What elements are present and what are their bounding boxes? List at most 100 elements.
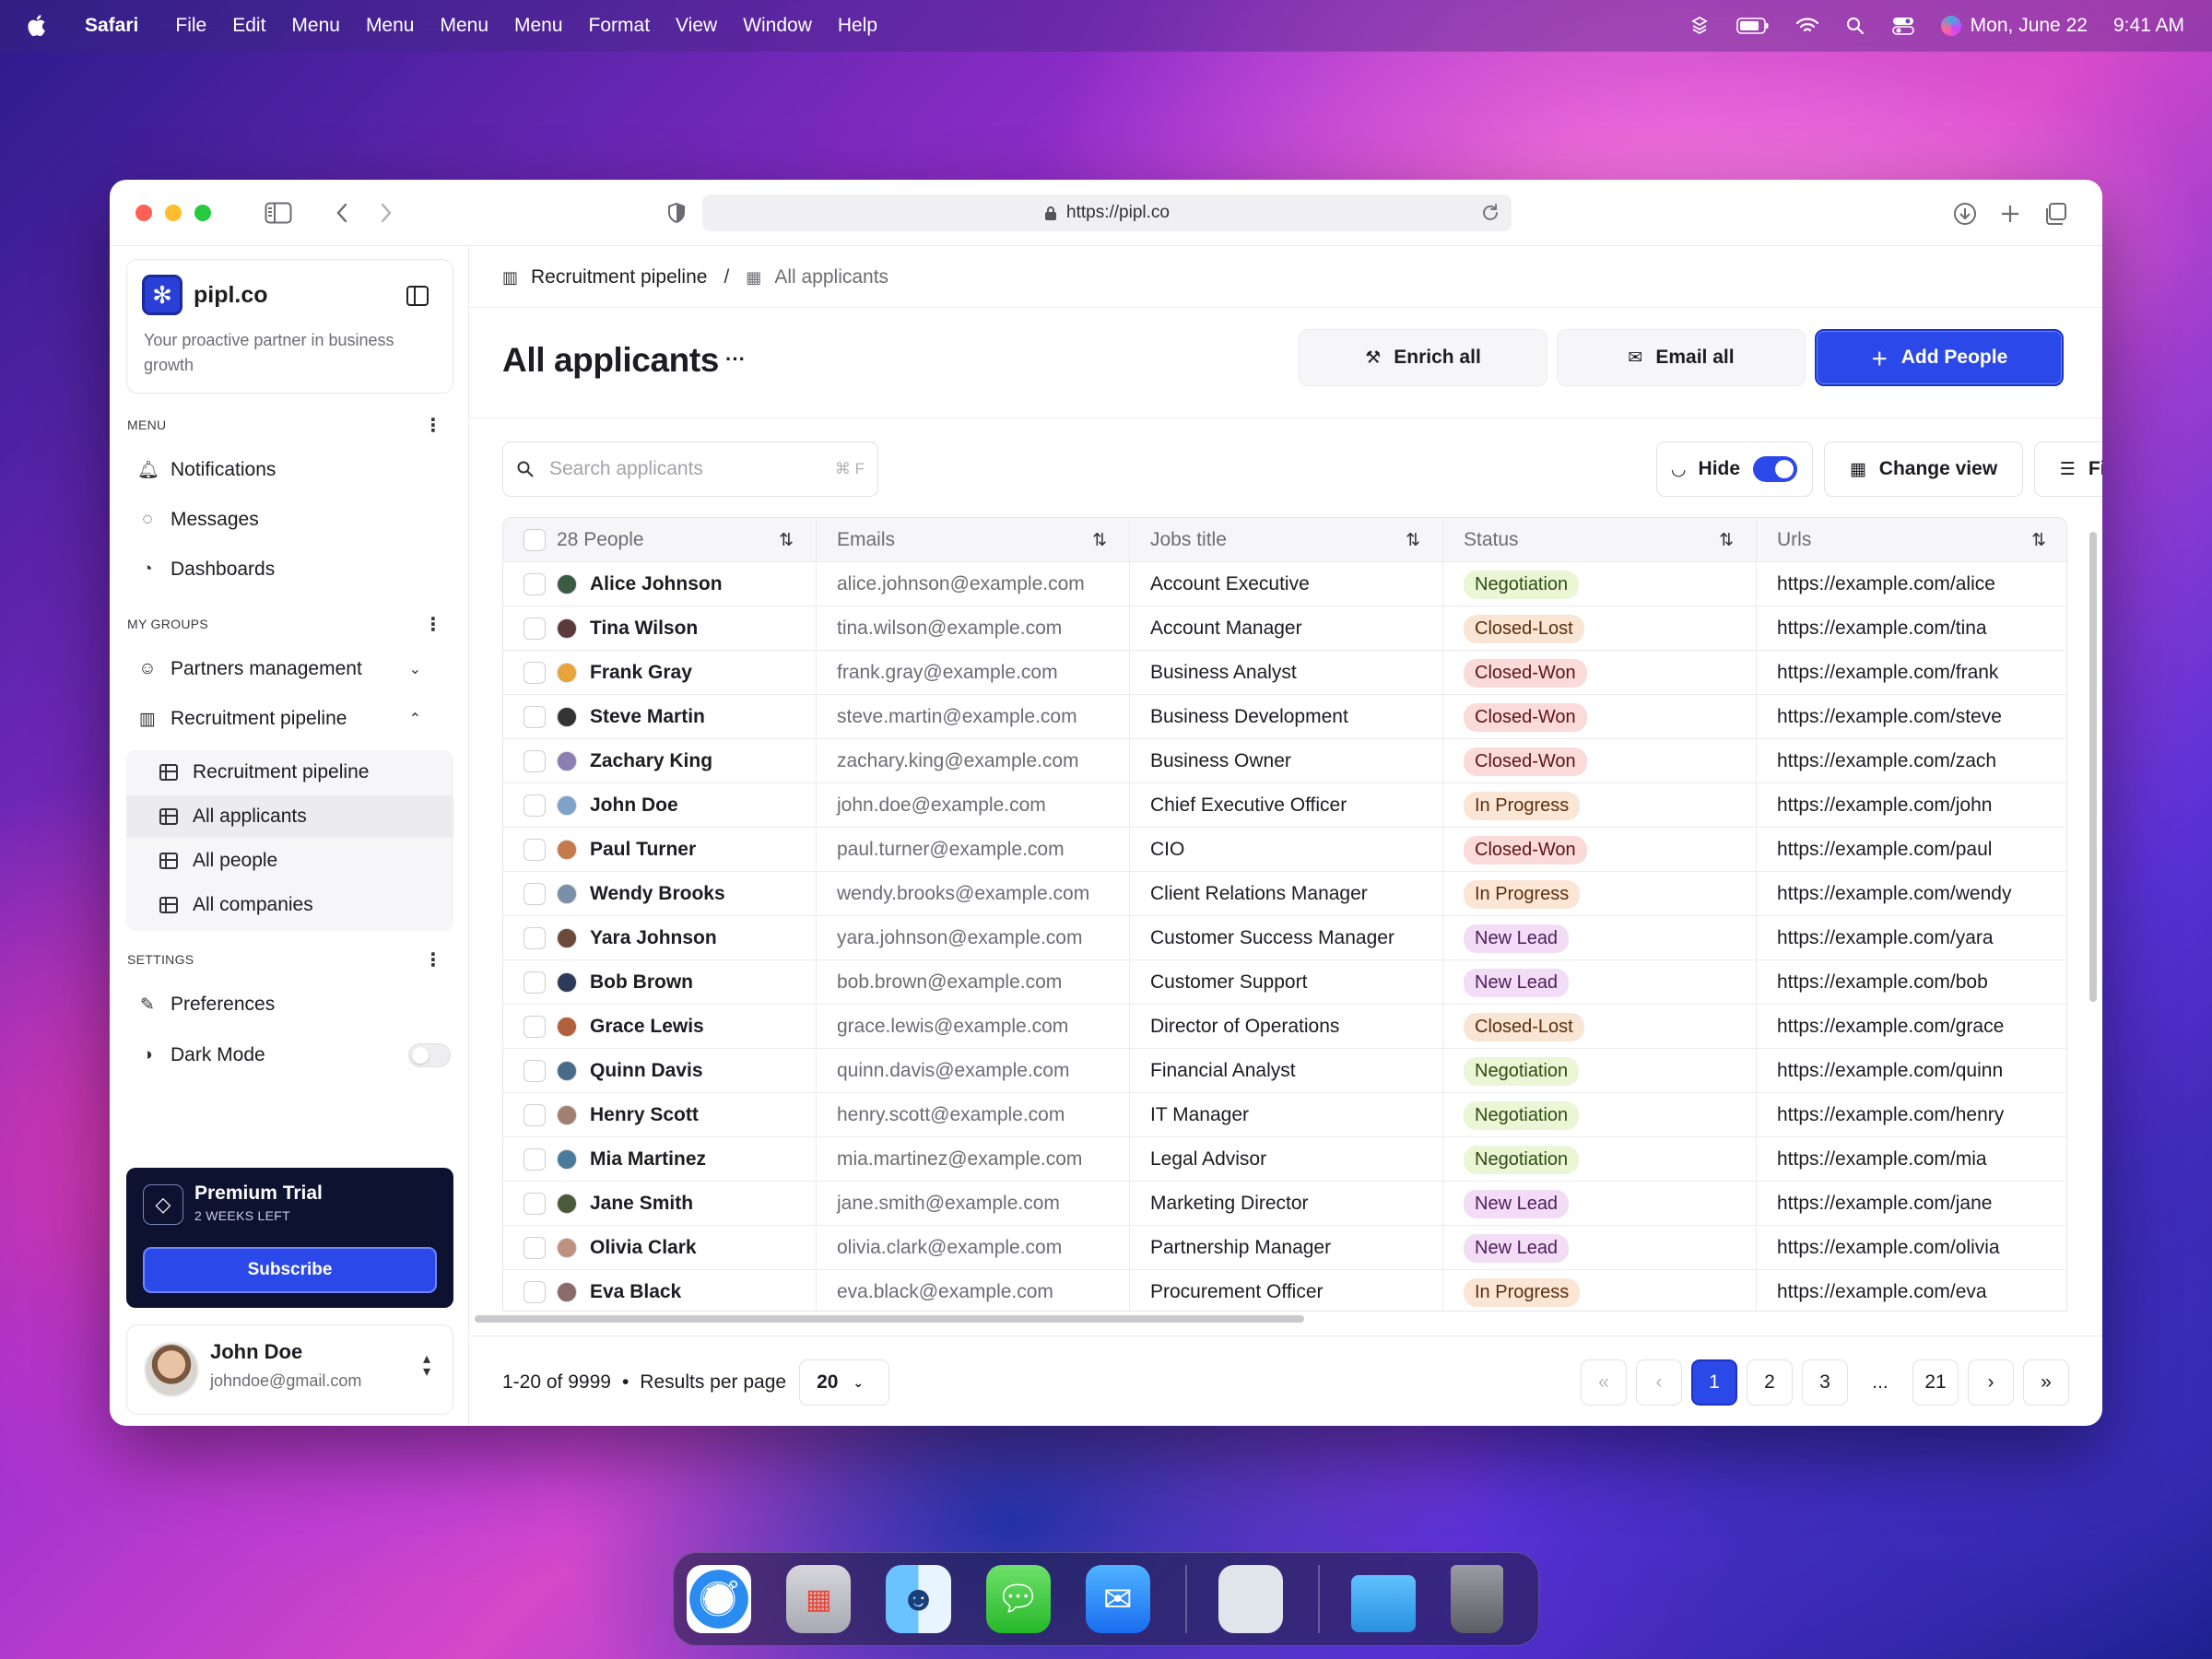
- dark-mode-toggle[interactable]: [408, 1043, 451, 1067]
- person-name[interactable]: Olivia Clark: [590, 1237, 697, 1259]
- folder-dock-icon[interactable]: [1350, 1575, 1417, 1632]
- nav-preferences[interactable]: ✎ Preferences: [137, 986, 275, 1023]
- person-email[interactable]: paul.turner@example.com: [837, 839, 1065, 861]
- person-name[interactable]: John Doe: [590, 794, 678, 817]
- person-url[interactable]: https://example.com/mia: [1777, 1148, 1987, 1171]
- menu-format[interactable]: Format: [589, 15, 651, 37]
- results-per-page-select[interactable]: 20 ⌄: [799, 1359, 890, 1406]
- row-checkbox[interactable]: [524, 1104, 546, 1126]
- menu-item[interactable]: Menu: [440, 15, 488, 37]
- person-url[interactable]: https://example.com/tina: [1777, 618, 1987, 640]
- person-url[interactable]: https://example.com/steve: [1777, 706, 2002, 728]
- person-name[interactable]: Frank Gray: [590, 662, 692, 684]
- person-name[interactable]: Mia Martinez: [590, 1148, 706, 1171]
- first-page-button[interactable]: «: [1581, 1359, 1627, 1406]
- person-name[interactable]: Quinn Davis: [590, 1060, 703, 1082]
- column-header-jobs[interactable]: Jobs title ⇅: [1130, 518, 1443, 562]
- column-header-status[interactable]: Status ⇅: [1443, 518, 1757, 562]
- table-row[interactable]: Mia Martinez mia.martinez@example.com Lega…: [503, 1137, 2066, 1182]
- subnav-all-people[interactable]: All people: [126, 840, 453, 882]
- status-badge[interactable]: In Progress: [1464, 791, 1581, 820]
- table-row[interactable]: Alice Johnson alice.johnson@example.com Ac…: [503, 562, 2066, 606]
- status-badge[interactable]: New Lead: [1464, 1189, 1570, 1218]
- person-name[interactable]: Yara Johnson: [590, 927, 717, 949]
- person-email[interactable]: bob.brown@example.com: [837, 971, 1062, 994]
- table-row[interactable]: Frank Gray frank.gray@example.com Business…: [503, 651, 2066, 695]
- person-email[interactable]: steve.martin@example.com: [837, 706, 1077, 728]
- person-url[interactable]: https://example.com/bob: [1777, 971, 1988, 994]
- control-icon[interactable]: [1688, 15, 1711, 37]
- column-header-emails[interactable]: Emails ⇅: [817, 518, 1130, 562]
- launchpad-dock-icon[interactable]: ▦: [786, 1565, 852, 1633]
- chevron-down-icon[interactable]: ⌄: [409, 660, 421, 678]
- status-badge[interactable]: Negotiation: [1464, 1145, 1580, 1174]
- page-button[interactable]: 2: [1747, 1359, 1793, 1406]
- search-icon[interactable]: [1845, 16, 1865, 36]
- group-recruitment-pipeline[interactable]: ▥ Recruitment pipeline ⌃: [137, 700, 441, 737]
- row-checkbox[interactable]: [524, 706, 546, 728]
- nav-notifications[interactable]: 🔔︎ Notifications: [137, 452, 276, 488]
- person-name[interactable]: Wendy Brooks: [590, 883, 725, 905]
- row-checkbox[interactable]: [524, 1016, 546, 1038]
- person-email[interactable]: tina.wilson@example.com: [837, 618, 1062, 640]
- status-badge[interactable]: Closed-Won: [1464, 835, 1587, 865]
- person-url[interactable]: https://example.com/olivia: [1777, 1237, 2000, 1259]
- change-view-button[interactable]: ▦ Change view: [1824, 441, 2023, 497]
- table-row[interactable]: Eva Black eva.black@example.com Procuremen…: [503, 1270, 2066, 1311]
- page-button[interactable]: 21: [1912, 1359, 1959, 1406]
- person-url[interactable]: https://example.com/jane: [1777, 1193, 1992, 1215]
- prev-page-button[interactable]: ‹: [1636, 1359, 1682, 1406]
- status-badge[interactable]: Negotiation: [1464, 570, 1580, 599]
- forward-icon[interactable]: [379, 202, 394, 224]
- new-tab-icon[interactable]: [1999, 203, 2021, 225]
- person-email[interactable]: jane.smith@example.com: [837, 1193, 1060, 1215]
- row-checkbox[interactable]: [524, 662, 546, 684]
- table-row[interactable]: Steve Martin steve.martin@example.com Busi…: [503, 695, 2066, 739]
- status-badge[interactable]: Closed-Won: [1464, 747, 1587, 776]
- table-row[interactable]: Paul Turner paul.turner@example.com CIO Clo…: [503, 828, 2066, 872]
- person-url[interactable]: https://example.com/eva: [1777, 1281, 1987, 1303]
- menu-more-icon[interactable]: ⋮: [424, 417, 442, 435]
- user-card[interactable]: John Doe johndoe@gmail.com ▴ ▾: [126, 1324, 453, 1415]
- enrich-all-button[interactable]: ⚒ Enrich all: [1299, 329, 1547, 386]
- row-checkbox[interactable]: [524, 839, 546, 861]
- sort-icon[interactable]: ⇅: [2031, 530, 2046, 551]
- row-checkbox[interactable]: [524, 1060, 546, 1082]
- person-email[interactable]: henry.scott@example.com: [837, 1104, 1065, 1126]
- sort-icon[interactable]: ⇅: [779, 530, 794, 551]
- filter-button[interactable]: ☰ Filter: [2034, 441, 2102, 497]
- mail-dock-icon[interactable]: ✉: [1085, 1565, 1150, 1633]
- chevron-up-icon[interactable]: ⌃: [409, 710, 421, 728]
- row-checkbox[interactable]: [524, 794, 546, 817]
- row-checkbox[interactable]: [524, 618, 546, 640]
- breadcrumb-item[interactable]: Recruitment pipeline: [531, 266, 707, 288]
- status-badge[interactable]: New Lead: [1464, 968, 1570, 997]
- person-email[interactable]: zachary.king@example.com: [837, 750, 1079, 772]
- table-row[interactable]: Quinn Davis quinn.davis@example.com Financ…: [503, 1049, 2066, 1093]
- search-input[interactable]: Search applicants ⌘ F: [502, 441, 878, 497]
- select-all-checkbox[interactable]: [524, 529, 546, 551]
- status-badge[interactable]: In Progress: [1464, 879, 1581, 909]
- sort-icon[interactable]: ⇅: [1406, 530, 1420, 551]
- subnav-all-applicants[interactable]: All applicants: [126, 795, 453, 838]
- person-email[interactable]: grace.lewis@example.com: [837, 1016, 1068, 1038]
- status-badge[interactable]: Closed-Lost: [1464, 614, 1584, 643]
- table-row[interactable]: Grace Lewis grace.lewis@example.com Direct…: [503, 1005, 2066, 1049]
- person-email[interactable]: olivia.clark@example.com: [837, 1237, 1062, 1259]
- person-url[interactable]: https://example.com/wendy: [1777, 883, 2011, 905]
- wifi-icon[interactable]: [1795, 17, 1819, 35]
- zoom-window-button[interactable]: [194, 204, 211, 221]
- menubar-time[interactable]: 9:41 AM: [2113, 15, 2184, 37]
- person-name[interactable]: Alice Johnson: [590, 573, 723, 595]
- email-all-button[interactable]: ✉ Email all: [1557, 329, 1806, 386]
- close-window-button[interactable]: [135, 204, 152, 221]
- status-badge[interactable]: New Lead: [1464, 924, 1570, 953]
- settings-more-icon[interactable]: ⋮: [424, 951, 442, 970]
- table-row[interactable]: Wendy Brooks wendy.brooks@example.com Clie…: [503, 872, 2066, 916]
- horizontal-scrollbar[interactable]: [475, 1315, 1304, 1323]
- tab-overview-icon[interactable]: [2043, 202, 2067, 226]
- group-partners-management[interactable]: ☺ Partners management ⌄: [137, 651, 441, 688]
- control-center-icon[interactable]: [1891, 16, 1915, 36]
- person-url[interactable]: https://example.com/quinn: [1777, 1060, 2003, 1082]
- person-url[interactable]: https://example.com/paul: [1777, 839, 1992, 861]
